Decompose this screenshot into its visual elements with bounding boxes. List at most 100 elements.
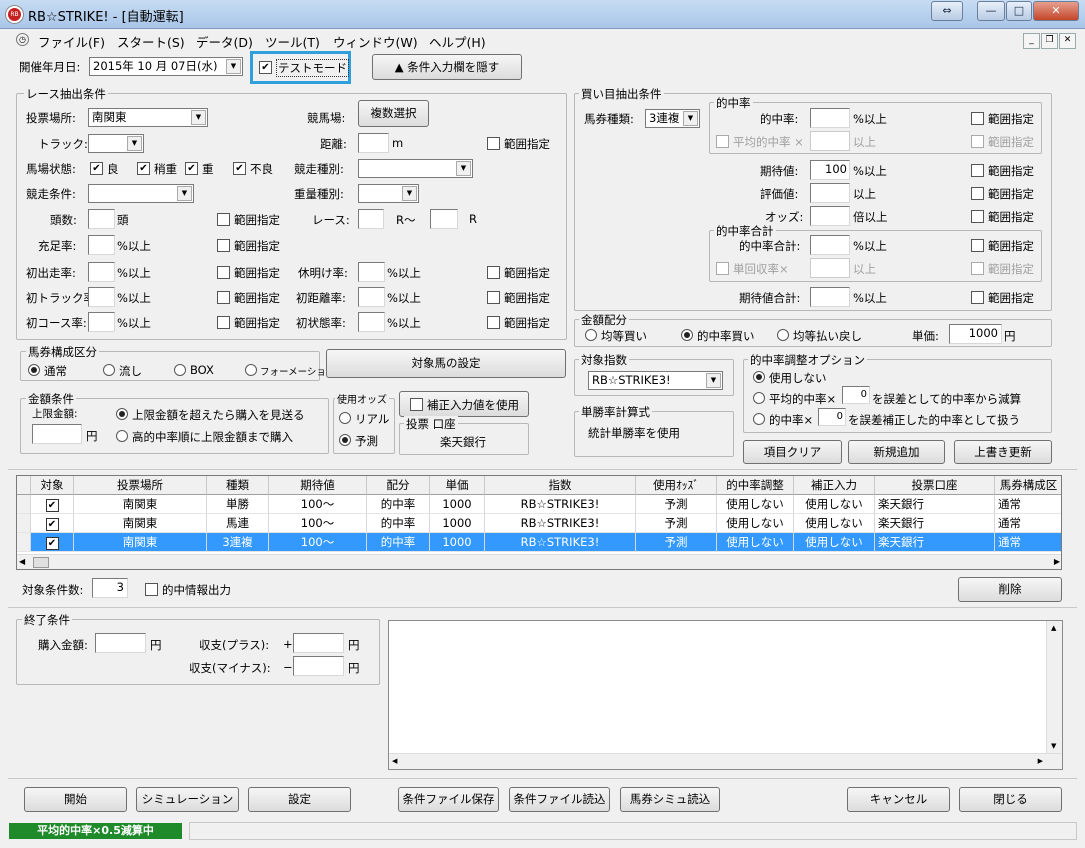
scroll-thumb[interactable] (33, 557, 49, 568)
juryo-select[interactable]: ▼ (358, 184, 419, 203)
table-cell[interactable]: 使用しない (794, 533, 875, 552)
col-header[interactable]: 指数 (485, 476, 636, 495)
maximize-icon[interactable]: □ (1006, 1, 1032, 21)
row-header[interactable] (17, 533, 31, 552)
target-horse-button[interactable]: 対象馬の設定 (326, 349, 566, 378)
unit-price-input[interactable]: 1000 (949, 324, 1002, 344)
baken-select[interactable]: 3連複 ▼ (645, 109, 700, 128)
avg-hit-range-checkbox[interactable] (971, 135, 984, 148)
log-textarea[interactable]: ▲ ▼ ◀ ▶ (388, 620, 1063, 770)
limit-skip-radio[interactable] (116, 408, 128, 420)
money-refund-radio[interactable] (777, 329, 789, 341)
shotrack-input[interactable] (88, 287, 115, 307)
delete-button[interactable]: 削除 (958, 577, 1062, 602)
race-from-input[interactable] (358, 209, 384, 229)
odds-range-checkbox[interactable] (971, 210, 984, 223)
shojotai-range-checkbox[interactable] (487, 316, 500, 329)
scroll-up-icon[interactable]: ▲ (1051, 624, 1056, 632)
kyumeake-input[interactable] (358, 262, 385, 282)
kosei-normal-radio[interactable] (28, 364, 40, 376)
scroll-right-icon[interactable]: ▶ (1054, 557, 1060, 566)
col-header[interactable]: 種類 (207, 476, 269, 495)
close-button[interactable]: 閉じる (959, 787, 1062, 812)
hide-conditions-button[interactable]: ▲ 条件入力欄を隠す (372, 54, 522, 80)
venue-select[interactable]: 南関東 ▼ (88, 108, 208, 127)
table-cell[interactable]: 使用しない (717, 533, 794, 552)
mdi-minimize-icon[interactable]: _ (1023, 33, 1040, 49)
table-cell[interactable]: 通常 (995, 533, 1061, 552)
hosei-checkbox[interactable] (410, 398, 423, 411)
table-cell[interactable]: 1000 (430, 514, 485, 533)
table-cell[interactable]: 1000 (430, 533, 485, 552)
table-cell[interactable]: 通常 (995, 514, 1061, 533)
shotrack-range-checkbox[interactable] (217, 291, 230, 304)
single-avg-checkbox[interactable] (716, 262, 729, 275)
jusoku-range-checkbox[interactable] (217, 239, 230, 252)
expect-input[interactable]: 100 (810, 160, 850, 180)
test-mode-checkbox[interactable]: ✔ (259, 61, 272, 74)
joken-select[interactable]: ▼ (88, 184, 194, 203)
col-header[interactable]: 期待値 (269, 476, 367, 495)
adjust-hit-radio[interactable] (753, 413, 765, 425)
table-cell[interactable]: 楽天銀行 (875, 514, 995, 533)
save-conditions-button[interactable]: 条件ファイル保存 (398, 787, 499, 812)
row-target-checkbox[interactable]: ✔ (45, 537, 59, 550)
mdi-restore-icon[interactable]: ❐ (1041, 33, 1058, 49)
vertical-scrollbar[interactable]: ▲ ▼ (1046, 621, 1062, 753)
scroll-left-icon[interactable]: ◀ (19, 557, 25, 566)
row-target-checkbox[interactable]: ✔ (45, 518, 59, 531)
scroll-left-icon[interactable]: ◀ (392, 757, 397, 765)
restore-icon[interactable]: ⇔ (931, 1, 963, 21)
adjust-avg-radio[interactable] (753, 392, 765, 404)
table-cell[interactable]: 使用しない (717, 514, 794, 533)
money-equal-radio[interactable] (585, 329, 597, 341)
money-hit-radio[interactable] (681, 329, 693, 341)
table-cell[interactable]: 的中率 (367, 495, 430, 514)
table-cell[interactable]: 100～ (269, 495, 367, 514)
col-header[interactable]: 投票口座 (875, 476, 995, 495)
baba-omo-checkbox[interactable]: ✔ (185, 162, 198, 175)
col-header[interactable]: 使用ｵｯｽﾞ (636, 476, 717, 495)
table-cell[interactable]: 100～ (269, 514, 367, 533)
menu-window[interactable]: ウィンドウ(W) (333, 32, 418, 51)
tosu-input[interactable] (88, 209, 115, 229)
menu-help[interactable]: ヘルプ(H) (429, 32, 486, 51)
table-cell[interactable]: 使用しない (717, 495, 794, 514)
expect-range-checkbox[interactable] (971, 164, 984, 177)
row-header[interactable] (17, 495, 31, 514)
single-avg-range-checkbox[interactable] (971, 262, 984, 275)
col-header[interactable]: 単価 (430, 476, 485, 495)
table-cell[interactable]: 予測 (636, 533, 717, 552)
col-header[interactable]: 的中率調整 (717, 476, 794, 495)
table-cell[interactable]: 100～ (269, 533, 367, 552)
table-cell[interactable]: 単勝 (207, 495, 269, 514)
table-cell[interactable]: 予測 (636, 514, 717, 533)
table-cell[interactable]: 的中率 (367, 514, 430, 533)
baba-yayaomo-checkbox[interactable]: ✔ (137, 162, 150, 175)
col-header[interactable]: 投票場所 (74, 476, 207, 495)
cancel-button[interactable]: キャンセル (847, 787, 950, 812)
table-cell[interactable]: RB☆STRIKE3! (485, 514, 636, 533)
log-horizontal-scrollbar[interactable]: ◀ ▶ (389, 753, 1062, 769)
eval-range-checkbox[interactable] (971, 187, 984, 200)
shojotai-input[interactable] (358, 312, 385, 332)
table-cell[interactable]: 的中率 (367, 533, 430, 552)
kyumeake-range-checkbox[interactable] (487, 266, 500, 279)
odds-real-radio[interactable] (339, 412, 351, 424)
scroll-down-icon[interactable]: ▼ (1051, 742, 1056, 750)
kosei-box-radio[interactable] (174, 364, 186, 376)
expect-total-range-checkbox[interactable] (971, 291, 984, 304)
table-cell[interactable]: 楽天銀行 (875, 533, 995, 552)
table-cell[interactable]: 楽天銀行 (875, 495, 995, 514)
expect-total-input[interactable] (810, 287, 850, 307)
avg-hit-checkbox[interactable] (716, 135, 729, 148)
shocourse-input[interactable] (88, 312, 115, 332)
shokyori-input[interactable] (358, 287, 385, 307)
index-select[interactable]: RB☆STRIKE3! ▼ (588, 371, 723, 390)
close-icon[interactable]: ✕ (1033, 1, 1079, 21)
menu-file[interactable]: ファイル(F) (38, 32, 105, 51)
baba-furyo-checkbox[interactable]: ✔ (233, 162, 246, 175)
table-row-checkbox-cell[interactable]: ✔ (31, 533, 74, 552)
table-cell[interactable]: 南関東 (74, 514, 207, 533)
count-input[interactable]: 3 (92, 578, 128, 598)
